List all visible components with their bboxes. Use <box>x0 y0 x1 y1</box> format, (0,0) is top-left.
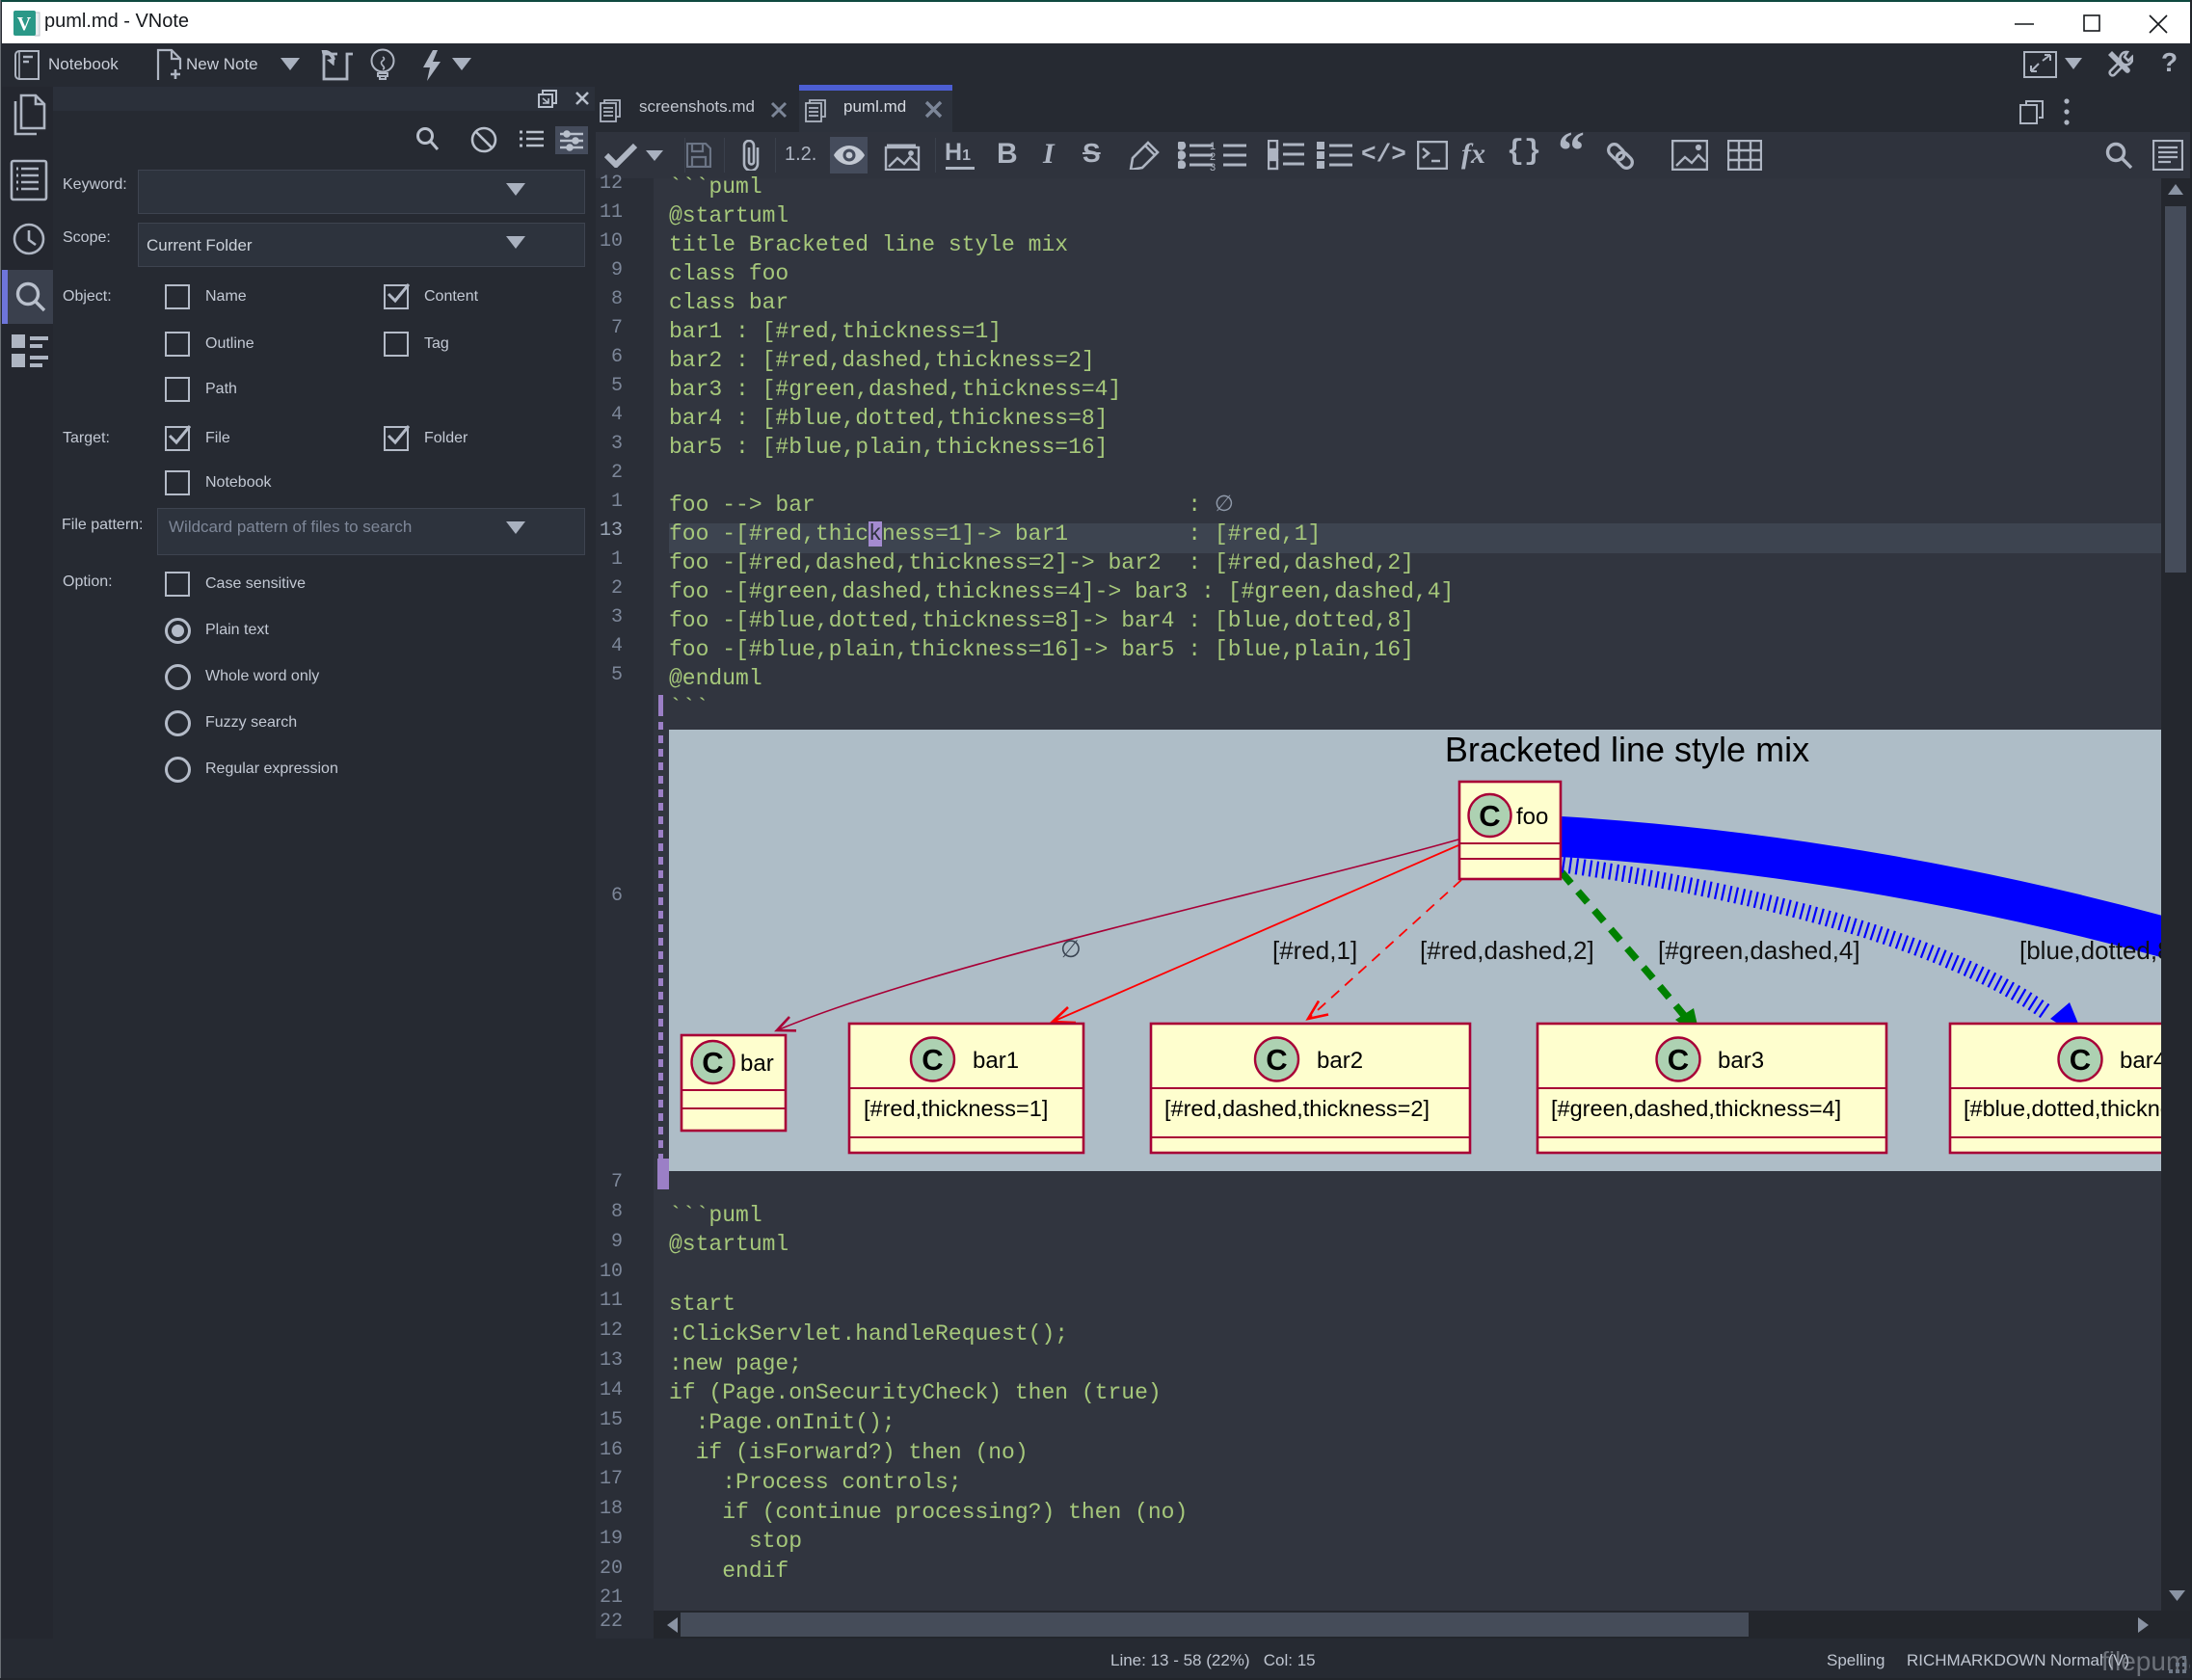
svg-text:∅: ∅ <box>1060 936 1082 963</box>
svg-text:C: C <box>1266 1043 1287 1077</box>
svg-text:C: C <box>1668 1043 1689 1077</box>
svg-text:Bracketed line style mix: Bracketed line style mix <box>1445 730 1809 769</box>
svg-text:bar: bar <box>740 1051 774 1077</box>
svg-text:C: C <box>922 1043 943 1077</box>
svg-text:V: V <box>17 13 32 35</box>
svg-text:[#red,dashed,thickness=2]: [#red,dashed,thickness=2] <box>1164 1096 1430 1121</box>
svg-text:foo: foo <box>1516 804 1548 830</box>
svg-text:[#red,thickness=1]: [#red,thickness=1] <box>864 1096 1048 1121</box>
svg-text:C: C <box>702 1046 723 1080</box>
svg-text:[#blue,dotted,thickne: [#blue,dotted,thickne <box>1964 1096 2161 1121</box>
svg-text:bar2: bar2 <box>1317 1048 1363 1074</box>
svg-text:[#red,dashed,2]: [#red,dashed,2] <box>1420 936 1594 965</box>
svg-text:[blue,dotted,8]: [blue,dotted,8] <box>2019 936 2161 965</box>
svg-text:3: 3 <box>1210 162 1216 171</box>
svg-text:C: C <box>1479 799 1500 833</box>
svg-text:[#green,dashed,thickness=4]: [#green,dashed,thickness=4] <box>1551 1096 1841 1121</box>
svg-text:bar1: bar1 <box>973 1048 1019 1074</box>
svg-text:[#red,1]: [#red,1] <box>1272 936 1357 965</box>
svg-text:bar4: bar4 <box>2120 1048 2161 1074</box>
svg-text:C: C <box>2070 1043 2091 1077</box>
svg-text:bar3: bar3 <box>1718 1048 1764 1074</box>
svg-text:[#green,dashed,4]: [#green,dashed,4] <box>1658 936 1860 965</box>
